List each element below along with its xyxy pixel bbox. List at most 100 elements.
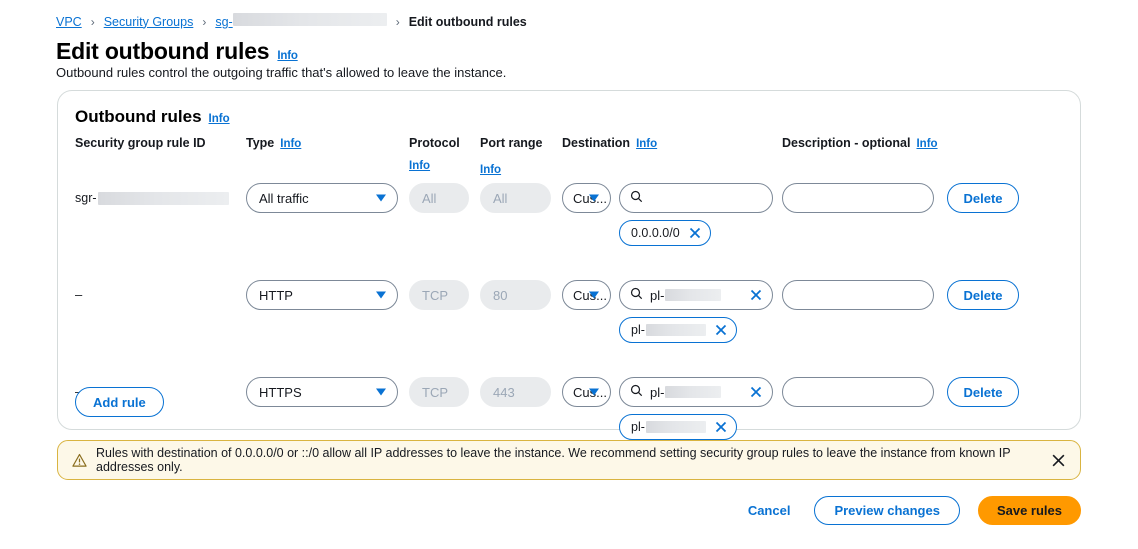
destination-token[interactable]: pl- — [619, 317, 737, 343]
destination-kind-select[interactable]: Cus... — [562, 377, 611, 407]
destination-kind-select[interactable]: Cus... — [562, 183, 611, 213]
description-input[interactable] — [782, 377, 934, 407]
column-header-type-label: Type — [246, 135, 274, 152]
chevron-down-icon — [376, 389, 386, 396]
chevron-down-icon — [589, 292, 599, 299]
type-select[interactable]: HTTPS — [246, 377, 398, 407]
type-select-value: HTTP — [259, 288, 293, 303]
close-icon[interactable] — [715, 421, 727, 433]
destination-kind-select[interactable]: Cus... — [562, 280, 611, 310]
search-icon — [630, 384, 643, 400]
protocol-field: TCP — [409, 280, 469, 310]
chevron-down-icon — [589, 195, 599, 202]
destination-token[interactable]: pl- — [619, 414, 737, 440]
type-select[interactable]: All traffic — [246, 183, 398, 213]
warning-alert: Rules with destination of 0.0.0.0/0 or :… — [57, 440, 1081, 480]
breadcrumb: VPC › Security Groups › sg- › Edit outbo… — [56, 13, 527, 30]
breadcrumb-separator: › — [202, 14, 206, 30]
column-header-port-range-info-link[interactable]: Info — [480, 162, 551, 179]
cancel-button[interactable]: Cancel — [742, 503, 797, 518]
column-header-port-range-label: Port range — [480, 136, 543, 150]
destination-search-input[interactable]: pl- — [619, 280, 773, 310]
close-icon[interactable] — [1041, 453, 1066, 468]
table-row: – HTTP TCP 80 Cus... — [75, 280, 1065, 343]
destination-token-label: 0.0.0.0/0 — [631, 226, 680, 240]
destination-search-input[interactable]: pl- — [619, 377, 773, 407]
redaction-block — [665, 289, 721, 301]
rules-header-row: Security group rule ID Type Info Protoco… — [75, 135, 1065, 179]
destination-token-label-wrap: pl- — [631, 323, 706, 337]
column-header-description: Description - optional Info — [782, 135, 1032, 153]
warning-icon — [72, 453, 87, 468]
type-select-value: HTTPS — [259, 385, 302, 400]
rule-id-value: – — [75, 280, 238, 302]
redaction-block — [646, 421, 706, 433]
destination-search-value: pl- — [650, 288, 664, 303]
card-title-info-link[interactable]: Info — [209, 113, 230, 125]
breadcrumb-item-vpc[interactable]: VPC — [56, 14, 82, 30]
column-header-protocol-label: Protocol — [409, 135, 460, 152]
delete-rule-button[interactable]: Delete — [947, 183, 1019, 213]
breadcrumb-item-security-group-id[interactable]: sg- — [215, 13, 386, 30]
redaction-block — [98, 192, 229, 205]
clear-search-icon[interactable] — [750, 386, 762, 398]
breadcrumb-item-current: Edit outbound rules — [409, 14, 527, 30]
page-description: Outbound rules control the outgoing traf… — [56, 65, 506, 80]
column-header-description-label: Description - optional — [782, 135, 910, 152]
chevron-down-icon — [376, 292, 386, 299]
table-row: sgr- All traffic All All — [75, 183, 1065, 246]
description-input[interactable] — [782, 280, 934, 310]
chevron-down-icon — [376, 195, 386, 202]
preview-changes-button[interactable]: Preview changes — [814, 496, 960, 525]
page-title-text: Edit outbound rules — [56, 38, 269, 65]
rules-grid: Security group rule ID Type Info Protoco… — [75, 135, 1065, 440]
destination-token-label-wrap: pl- — [631, 420, 706, 434]
breadcrumb-item-security-groups[interactable]: Security Groups — [104, 14, 194, 30]
save-rules-button[interactable]: Save rules — [978, 496, 1081, 525]
column-header-destination-info-link[interactable]: Info — [636, 136, 657, 153]
destination-search-value: pl- — [650, 385, 664, 400]
delete-rule-button[interactable]: Delete — [947, 377, 1019, 407]
protocol-field: All — [409, 183, 469, 213]
port-range-field: 443 — [480, 377, 551, 407]
port-range-field: 80 — [480, 280, 551, 310]
page-title: Edit outbound rules Info — [56, 38, 298, 65]
destination-search-value-wrap: pl- — [650, 385, 743, 400]
destination-token[interactable]: 0.0.0.0/0 — [619, 220, 711, 246]
close-icon[interactable] — [715, 324, 727, 336]
form-actions: Cancel Preview changes Save rules — [742, 496, 1081, 525]
protocol-field: TCP — [409, 377, 469, 407]
port-range-field: All — [480, 183, 551, 213]
card-title: Outbound rules Info — [75, 107, 230, 127]
page-title-info-link[interactable]: Info — [277, 50, 297, 62]
add-rule-button[interactable]: Add rule — [75, 387, 164, 417]
redaction-block — [233, 13, 387, 26]
type-select-value: All traffic — [259, 191, 309, 206]
close-icon[interactable] — [689, 227, 701, 239]
column-header-protocol: Protocol Info — [409, 135, 480, 175]
column-header-port-range: Port range Info — [480, 135, 562, 179]
edit-outbound-rules-page: VPC › Security Groups › sg- › Edit outbo… — [0, 0, 1138, 549]
rule-id-prefix: sgr- — [75, 191, 97, 205]
column-header-type-info-link[interactable]: Info — [280, 136, 301, 153]
search-icon — [630, 287, 643, 303]
column-header-description-info-link[interactable]: Info — [916, 136, 937, 153]
clear-search-icon[interactable] — [750, 289, 762, 301]
description-input[interactable] — [782, 183, 934, 213]
warning-alert-message: Rules with destination of 0.0.0.0/0 or :… — [96, 446, 1041, 474]
destination-search-input[interactable] — [619, 183, 773, 213]
column-header-type: Type Info — [246, 135, 409, 153]
table-row: – HTTPS TCP 443 Cus... — [75, 377, 1065, 440]
destination-search-value-wrap: pl- — [650, 288, 743, 303]
delete-rule-button[interactable]: Delete — [947, 280, 1019, 310]
redaction-block — [665, 386, 721, 398]
breadcrumb-separator: › — [91, 14, 95, 30]
column-header-destination-label: Destination — [562, 135, 630, 152]
column-header-destination: Destination Info — [562, 135, 782, 153]
rule-id-value: sgr- — [75, 183, 238, 205]
redaction-block — [646, 324, 706, 336]
chevron-down-icon — [589, 389, 599, 396]
column-header-protocol-info-link[interactable]: Info — [409, 158, 430, 175]
type-select[interactable]: HTTP — [246, 280, 398, 310]
breadcrumb-sg-prefix: sg- — [215, 14, 232, 30]
